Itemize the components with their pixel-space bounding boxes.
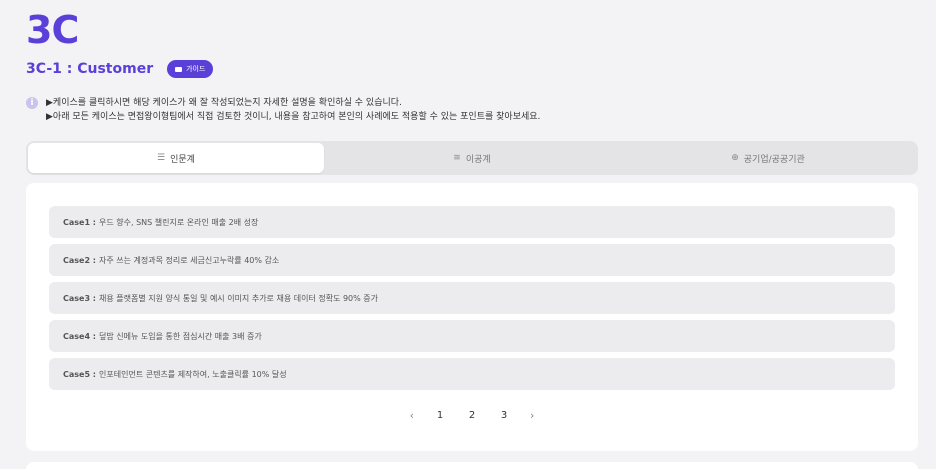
case-number: Case2 :	[63, 255, 97, 265]
globe-icon: ⊕	[731, 153, 739, 163]
case-item-5[interactable]: Case5 : 인포테인먼트 콘텐츠를 제작하여, 노출클릭률 10% 달성	[49, 358, 895, 390]
case-item-2[interactable]: Case2 : 자주 쓰는 계정과목 정리로 세금신고누락률 40% 감소	[49, 244, 895, 276]
case-panel: Case1 : 우드 향수, SNS 챌린지로 온라인 매출 2배 성장 Cas…	[26, 183, 918, 451]
page-3[interactable]: 3	[498, 410, 510, 421]
case-item-3[interactable]: Case3 : 채용 플랫폼별 지원 양식 통일 및 예시 이미지 추가로 채용…	[49, 282, 895, 314]
tab-label: 이공계	[465, 154, 491, 165]
next-section-edge	[26, 462, 918, 469]
case-title: 우드 향수, SNS 챌린지로 온라인 매출 2배 성장	[99, 217, 259, 227]
tab-engineering[interactable]: ≅ 이공계	[324, 143, 620, 173]
notice-text: ▶케이스를 클릭하시면 해당 케이스가 왜 잘 작성되었는지 자세한 설명을 확…	[46, 96, 540, 124]
guide-button[interactable]: 가이드	[167, 60, 214, 78]
page-title: 3C	[26, 8, 79, 52]
notice-line-2: ▶아래 모든 케이스는 면접왕이형팀에서 직접 검토한 것이니, 내용을 참고하…	[46, 112, 541, 122]
tab-humanities[interactable]: ☰ 인문계	[28, 143, 324, 173]
case-number: Case4 :	[63, 331, 97, 341]
tab-label: 인문계	[170, 154, 195, 165]
page-2[interactable]: 2	[466, 410, 478, 421]
page-1[interactable]: 1	[434, 410, 446, 421]
case-title: 인포테인먼트 콘텐츠를 제작하여, 노출클릭률 10% 달성	[99, 369, 287, 379]
comment-icon	[175, 66, 183, 72]
case-list: Case1 : 우드 향수, SNS 챌린지로 온라인 매출 2배 성장 Cas…	[49, 206, 895, 396]
list-icon: ☰	[157, 153, 166, 163]
case-number: Case1 :	[63, 217, 97, 227]
layers-icon: ≅	[453, 153, 461, 163]
notice-line-1: ▶케이스를 클릭하시면 해당 케이스가 왜 잘 작성되었는지 자세한 설명을 확…	[46, 98, 402, 108]
next-page-icon[interactable]: ›	[530, 409, 534, 422]
category-tabs: ☰ 인문계 ≅ 이공계 ⊕ 공기업/공공기관	[26, 141, 918, 175]
info-icon: i	[26, 97, 38, 109]
case-title: 덮밥 신메뉴 도입을 통한 점심시간 매출 3배 증가	[99, 331, 262, 341]
case-number: Case5 :	[63, 369, 97, 379]
prev-page-icon[interactable]: ‹	[410, 409, 414, 422]
pagination: ‹ 1 2 3 ›	[26, 409, 918, 422]
notice: i ▶케이스를 클릭하시면 해당 케이스가 왜 잘 작성되었는지 자세한 설명을…	[26, 96, 540, 124]
case-item-1[interactable]: Case1 : 우드 향수, SNS 챌린지로 온라인 매출 2배 성장	[49, 206, 895, 238]
case-item-4[interactable]: Case4 : 덮밥 신메뉴 도입을 통한 점심시간 매출 3배 증가	[49, 320, 895, 352]
tab-label: 공기업/공공기관	[743, 154, 805, 165]
guide-label: 가이드	[186, 65, 206, 73]
tab-public-enterprise[interactable]: ⊕ 공기업/공공기관	[620, 143, 916, 173]
case-title: 채용 플랫폼별 지원 양식 통일 및 예시 이미지 추가로 채용 데이터 정확도…	[99, 293, 379, 303]
section-title: 3C-1 : Customer	[26, 61, 154, 77]
case-title: 자주 쓰는 계정과목 정리로 세금신고누락률 40% 감소	[99, 255, 280, 265]
section-header: 3C-1 : Customer 가이드	[26, 60, 214, 78]
case-number: Case3 :	[63, 293, 97, 303]
